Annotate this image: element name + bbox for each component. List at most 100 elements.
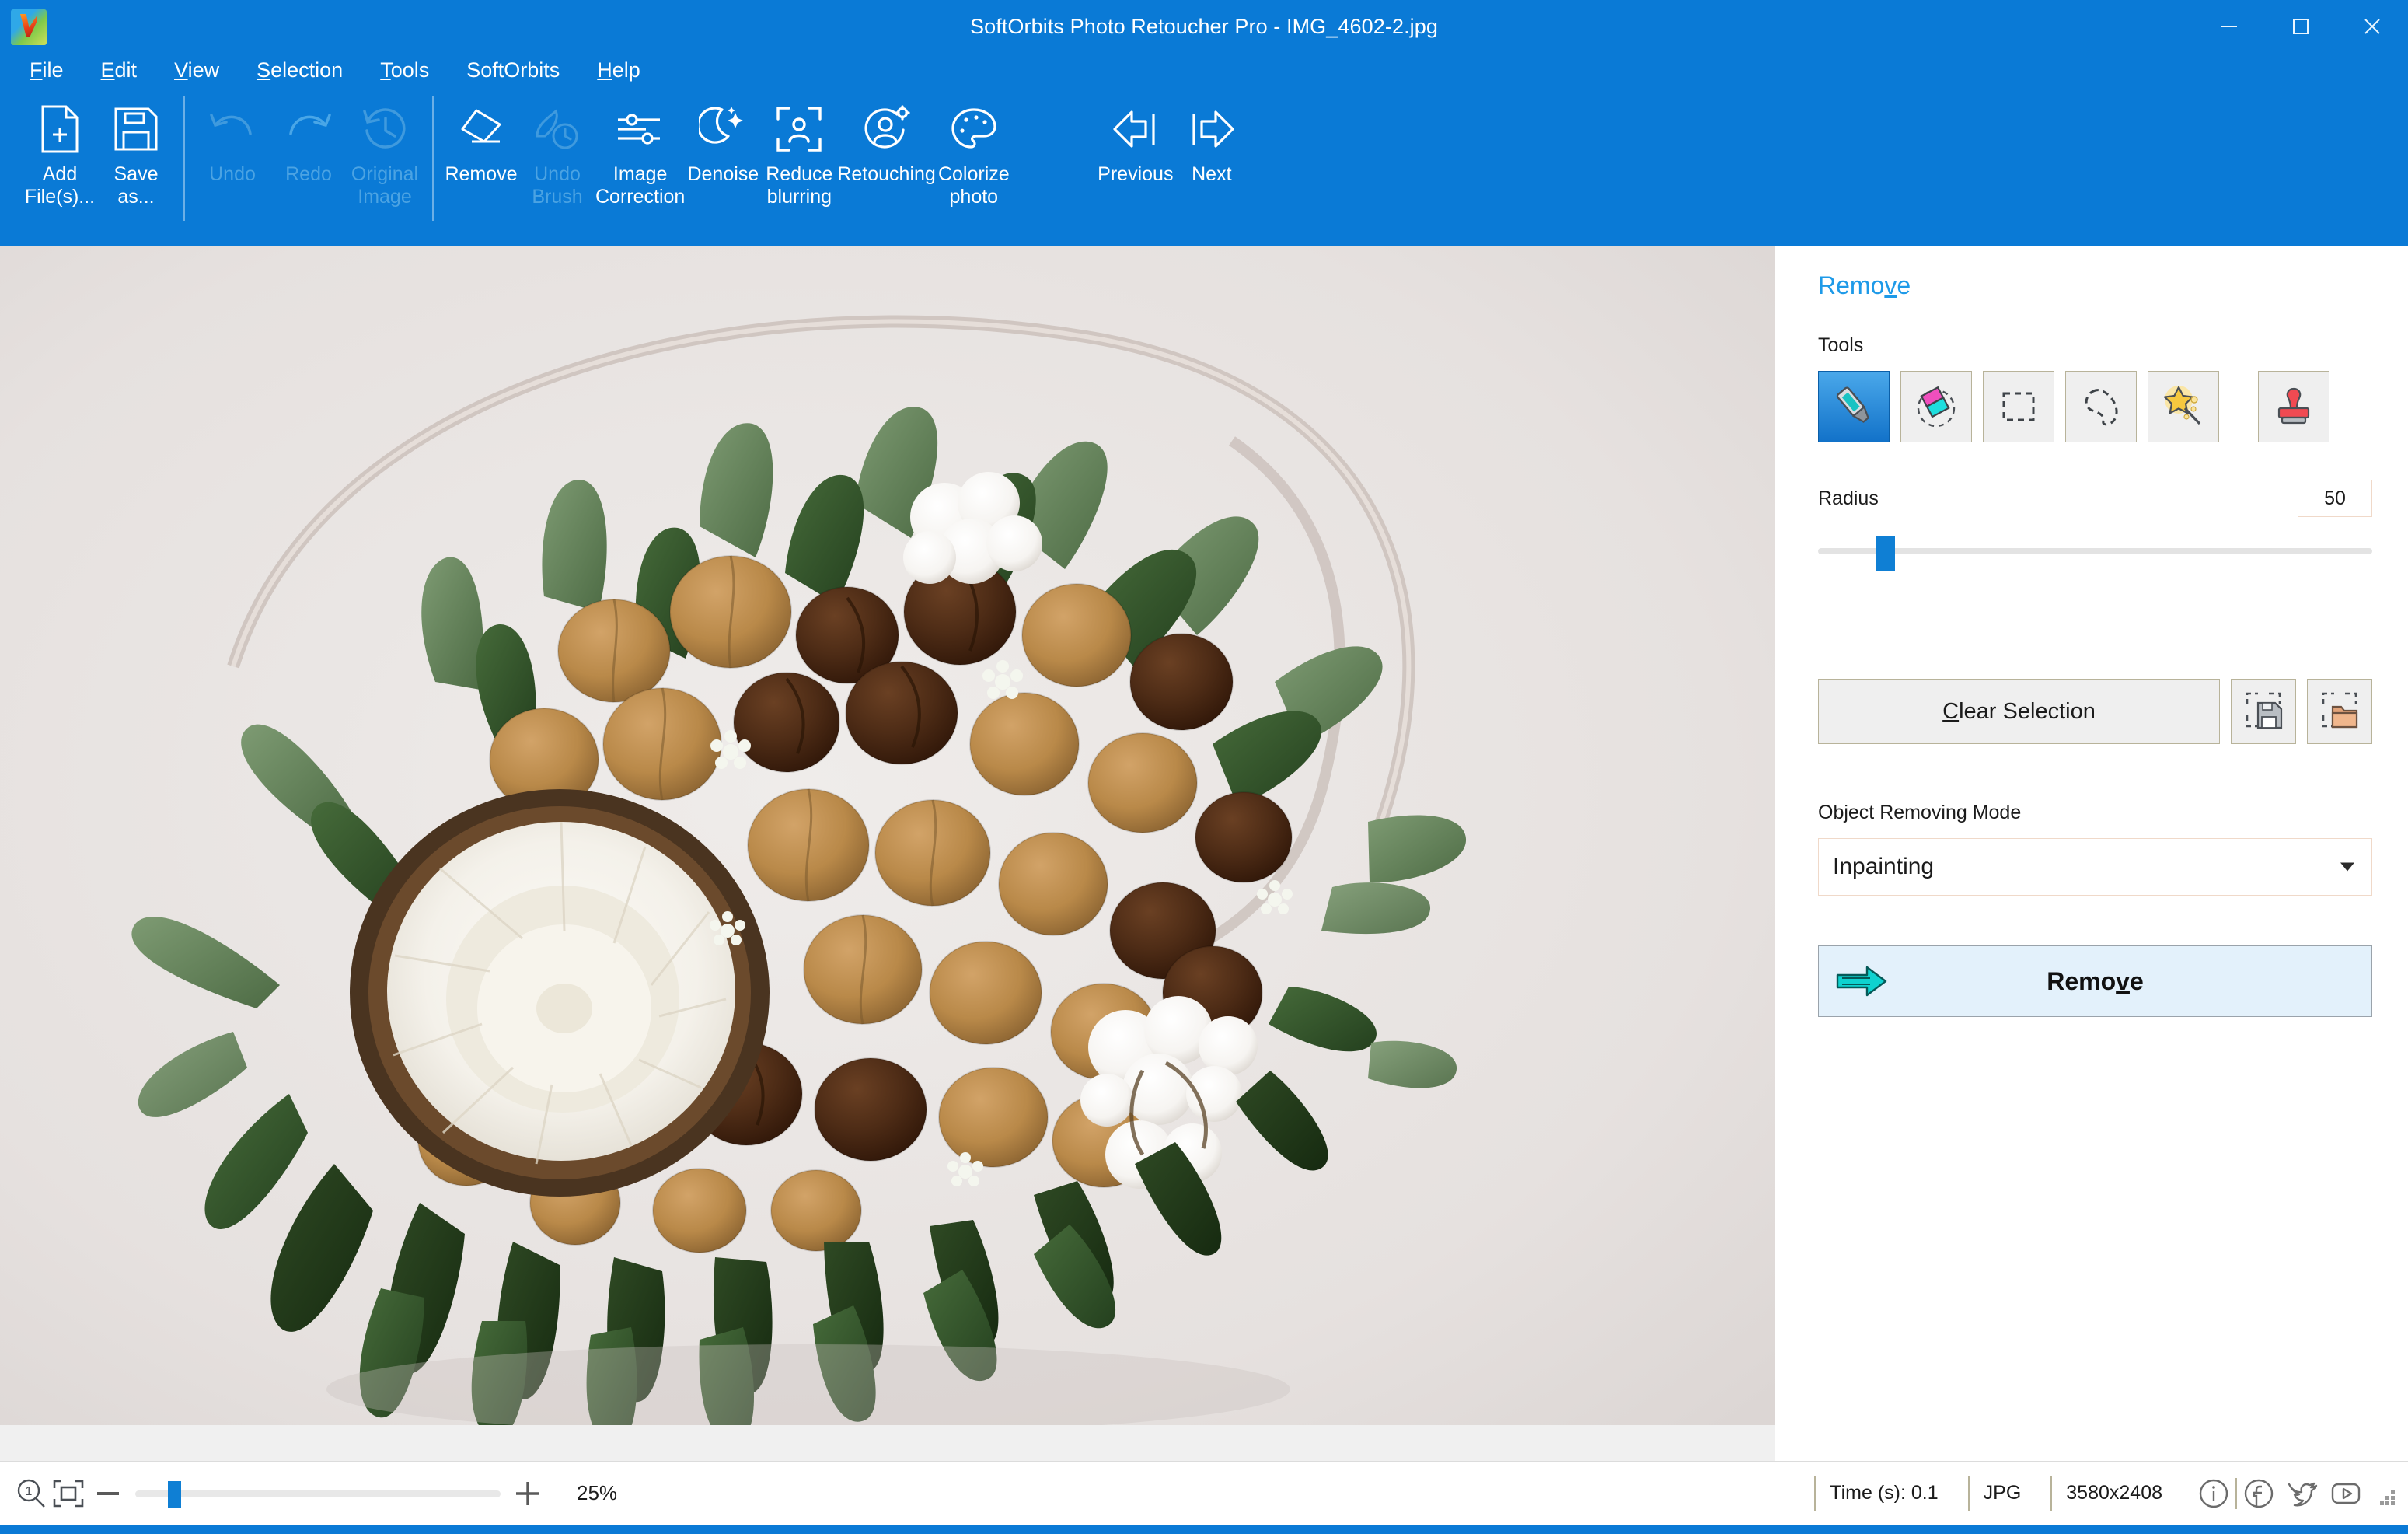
previous-button[interactable]: Previous — [1098, 87, 1174, 227]
main-toolbar: Add File(s)... Save as... Undo Redo Orig… — [0, 87, 2408, 246]
undo-brush-button[interactable]: Undo Brush — [519, 87, 595, 227]
toolbar-separator-1 — [183, 96, 185, 221]
zoom-in-button[interactable] — [507, 1478, 549, 1509]
eraser-color-icon — [1912, 383, 1960, 431]
radius-input[interactable]: 50 — [2298, 480, 2372, 517]
tool-lasso-select-button[interactable] — [2065, 371, 2137, 442]
radius-label: Radius — [1818, 487, 1879, 509]
svg-text:1: 1 — [26, 1485, 33, 1498]
save-as-button[interactable]: Save as... — [98, 87, 174, 227]
zoom-1-1-icon[interactable]: 1 — [12, 1477, 50, 1510]
moon-sparkle-icon — [693, 100, 752, 159]
tool-clone-stamp-button[interactable] — [2258, 371, 2329, 442]
image-correction-button[interactable]: Image Correction — [595, 87, 685, 227]
remove-tool-label: Remove — [445, 163, 518, 185]
marker-brush-icon — [1830, 383, 1878, 431]
colorize-photo-button[interactable]: Colorize photo — [936, 87, 1012, 227]
toolbar-separator-2 — [432, 96, 434, 221]
chevron-down-icon[interactable] — [2340, 862, 2354, 872]
info-circle-icon[interactable] — [2192, 1472, 2235, 1515]
application-window: SoftOrbits Photo Retoucher Pro - IMG_460… — [0, 0, 2408, 1534]
radius-slider-thumb[interactable] — [1876, 536, 1895, 571]
zoom-slider-thumb[interactable] — [168, 1480, 182, 1508]
close-icon[interactable] — [2336, 0, 2408, 53]
resize-grip[interactable] — [2380, 1490, 2400, 1511]
maximize-icon[interactable] — [2265, 0, 2336, 53]
tool-rectangle-select-button[interactable] — [1983, 371, 2054, 442]
menu-item-tools[interactable]: Tools — [379, 57, 431, 84]
window-controls — [2193, 0, 2408, 53]
remove-panel: Remove Tools Radius 50 C lear Selection … — [1775, 246, 2408, 1461]
eraser-icon — [452, 100, 511, 159]
clear-selection-button[interactable]: Clear Selection — [1818, 679, 2220, 744]
nut-and-coconut-bouquet-photo[interactable] — [0, 246, 1775, 1452]
twitter-bird-icon[interactable] — [2281, 1472, 2324, 1515]
load-selection-button[interactable] — [2307, 679, 2372, 744]
menu-item-selection[interactable]: Selection — [255, 57, 344, 84]
bottom-accent-bar — [0, 1525, 2408, 1534]
zoom-slider[interactable] — [135, 1478, 501, 1509]
undo-arrow-icon — [203, 100, 262, 159]
next-button[interactable]: Next — [1174, 87, 1250, 227]
lasso-select-icon — [2077, 383, 2125, 431]
original-image-button[interactable]: Original Image — [347, 87, 423, 227]
panel-title: Remove — [1818, 271, 1911, 299]
object-removing-mode-value: Inpainting — [1833, 854, 1935, 879]
add-files-label: Add File(s)... — [24, 163, 96, 208]
youtube-icon[interactable] — [2324, 1472, 2368, 1515]
tools-label: Tools — [1818, 334, 1864, 356]
save-disk-icon — [106, 100, 166, 159]
focus-person-icon — [770, 100, 829, 159]
menu-item-help[interactable]: Help — [595, 57, 642, 84]
social-links — [2192, 1472, 2368, 1515]
add-files-button[interactable]: Add File(s)... — [22, 87, 98, 227]
magic-wand-icon — [2159, 383, 2207, 431]
menu-item-file[interactable]: File — [28, 57, 65, 84]
zoom-out-button[interactable] — [87, 1480, 129, 1508]
window-title: SoftOrbits Photo Retoucher Pro - IMG_460… — [970, 14, 1438, 38]
brush-clock-icon — [528, 100, 587, 159]
undo-label: Undo — [209, 163, 256, 185]
object-removing-mode-select[interactable]: Inpainting — [1818, 838, 2372, 896]
image-canvas-area[interactable] — [0, 246, 1775, 1461]
radius-row: Radius 50 — [1818, 480, 2372, 517]
canvas-bottom-strip — [0, 1425, 1775, 1461]
arrow-left-icon — [1106, 100, 1165, 159]
tools-row — [1818, 371, 2372, 442]
retouching-button[interactable]: Retouching — [837, 87, 936, 227]
radius-slider-track[interactable] — [1818, 548, 2372, 554]
facebook-icon[interactable] — [2237, 1472, 2281, 1515]
remove-tool-button[interactable]: Remove — [443, 87, 519, 227]
tool-brush-button[interactable] — [1818, 371, 1890, 442]
tool-magic-wand-button[interactable] — [2148, 371, 2219, 442]
remove-action-button[interactable]: Remove — [1818, 945, 2372, 1017]
minimize-icon[interactable] — [2193, 0, 2265, 53]
dimensions-status: 3580x2408 — [2050, 1475, 2162, 1511]
reduce-blurring-label: Reduce blurring — [766, 163, 833, 208]
menu-bar: File Edit View Selection Tools SoftOrbit… — [0, 53, 2408, 87]
sliders-icon — [611, 100, 670, 159]
undo-button[interactable]: Undo — [194, 87, 270, 227]
zoom-percent-label: 25% — [577, 1481, 618, 1504]
save-selection-icon — [2242, 689, 2284, 735]
menu-item-edit[interactable]: Edit — [99, 57, 139, 84]
reduce-blurring-button[interactable]: Reduce blurring — [761, 87, 837, 227]
original-image-label: Original Image — [351, 163, 419, 208]
save-as-label: Save as... — [113, 163, 159, 208]
radius-slider[interactable] — [1818, 529, 2372, 571]
format-status: JPG — [1967, 1475, 2021, 1511]
status-bar: 1 25% Time (s): 0.1 JPG 3580x2408 — [0, 1461, 2408, 1525]
redo-button[interactable]: Redo — [270, 87, 347, 227]
menu-item-softorbits[interactable]: SoftOrbits — [465, 57, 561, 84]
palette-icon — [944, 100, 1003, 159]
fit-to-screen-icon[interactable] — [50, 1478, 87, 1509]
menu-item-view[interactable]: View — [173, 57, 221, 84]
colorize-photo-label: Colorize photo — [937, 163, 1010, 208]
zoom-slider-track[interactable] — [135, 1490, 501, 1497]
redo-label: Redo — [285, 163, 332, 185]
tool-eraser-button[interactable] — [1900, 371, 1972, 442]
save-selection-button[interactable] — [2231, 679, 2296, 744]
denoise-button[interactable]: Denoise — [685, 87, 761, 227]
load-selection-icon — [2319, 689, 2361, 735]
add-file-icon — [30, 100, 89, 159]
